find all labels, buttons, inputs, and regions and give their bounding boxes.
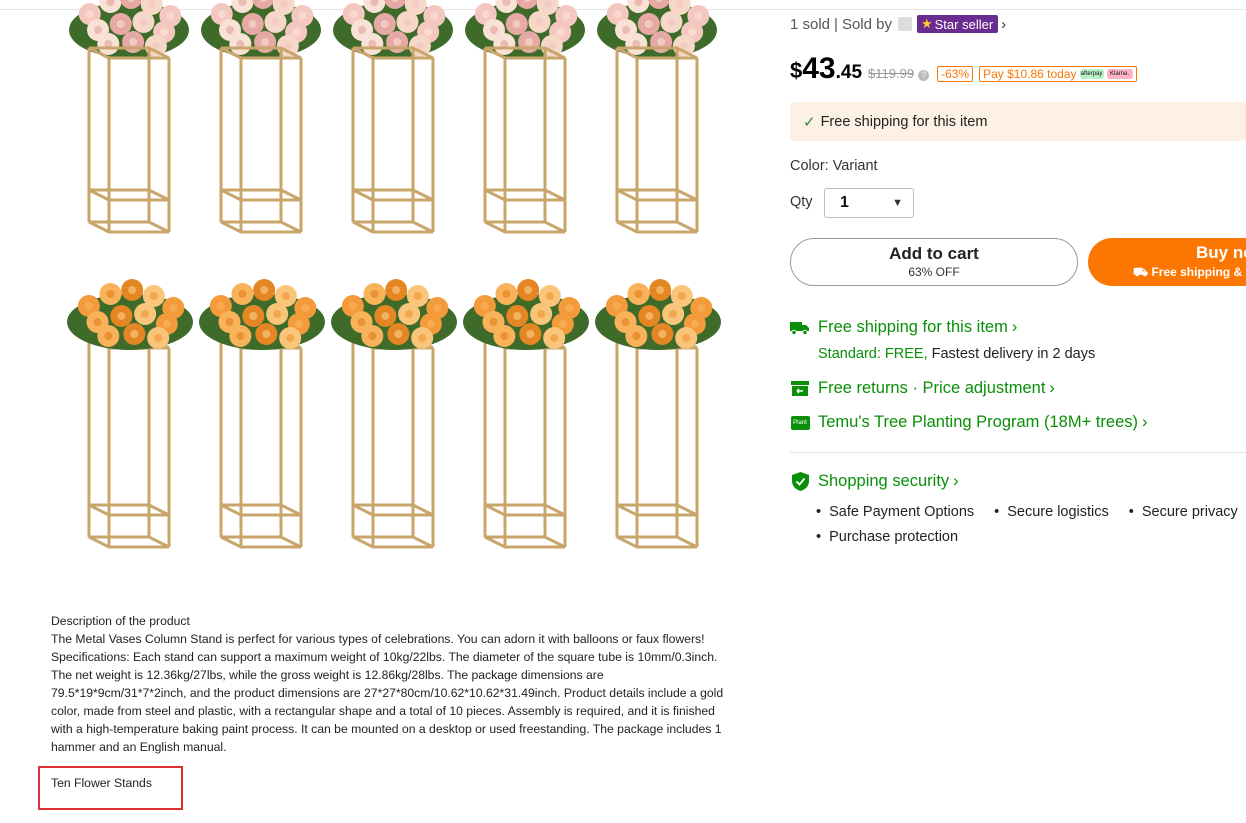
- product-description: Description of the product The Metal Vas…: [51, 612, 731, 756]
- security-item: Purchase protection: [816, 529, 958, 545]
- product-image[interactable]: [51, 0, 731, 592]
- check-icon: ✓: [803, 113, 816, 131]
- add-to-cart-discount: 63% OFF: [908, 265, 960, 279]
- description-heading: Description of the product: [51, 614, 190, 628]
- original-price: $119.99: [868, 66, 915, 81]
- flower-bouquet: [329, 262, 459, 352]
- buy-now-button[interactable]: Buy now ⛟ Free shipping & return: [1088, 238, 1246, 286]
- feature-tree-planting-label: Temu's Tree Planting Program (18M+ trees…: [818, 413, 1138, 431]
- sold-count: 1 sold: [790, 15, 831, 33]
- buy-now-sub: ⛟ Free shipping & return: [1133, 265, 1246, 281]
- klarna-logo: Klarna.: [1106, 69, 1133, 79]
- buy-now-sub-text: Free shipping & return: [1151, 265, 1246, 279]
- flower-bouquet: [593, 262, 723, 352]
- chevron-down-icon: ▼: [892, 197, 903, 209]
- pay-later-badge[interactable]: Pay $10.86 today afterpay Klarna.: [979, 66, 1137, 82]
- seller-avatar[interactable]: [897, 17, 912, 31]
- feature-shopping-security[interactable]: Shopping security ›: [790, 472, 959, 491]
- shipping-delivery: Fastest delivery in 2 days: [931, 346, 1096, 362]
- feature-free-returns[interactable]: Free returns · Price adjustment ›: [790, 379, 1055, 398]
- security-item: Secure logistics: [994, 504, 1109, 520]
- color-label: Color: Variant: [790, 158, 878, 174]
- feature-free-shipping[interactable]: Free shipping for this item ›: [790, 318, 1017, 337]
- discount-badge: -63%: [937, 66, 974, 82]
- flower-bouquet: [65, 262, 195, 352]
- free-shipping-banner: ✓ Free shipping for this item: [790, 102, 1246, 141]
- column-stand: [475, 40, 575, 240]
- add-to-cart-button[interactable]: Add to cart 63% OFF: [790, 238, 1078, 286]
- highlight-box: [38, 766, 183, 810]
- column-stand: [343, 330, 443, 555]
- price-whole: 43: [802, 52, 836, 85]
- price-currency: $: [790, 58, 803, 83]
- quantity-select[interactable]: 1 ▼: [824, 188, 914, 218]
- truck-icon: ⛟: [1133, 265, 1149, 279]
- feature-free-shipping-label: Free shipping for this item: [818, 318, 1008, 336]
- security-item: Safe Payment Options: [816, 504, 974, 520]
- description-paragraph-2: Specifications: Each stand can support a…: [51, 650, 724, 754]
- security-list: Safe Payment Options Secure logistics Se…: [816, 499, 1246, 549]
- afterpay-logo: afterpay: [1079, 69, 1104, 79]
- star-icon: ★: [920, 16, 933, 31]
- shipping-detail: Standard: FREE, Fastest delivery in 2 da…: [818, 346, 1095, 362]
- pay-later-text: Pay $10.86 today: [983, 67, 1077, 81]
- column-stand: [79, 40, 179, 240]
- column-stand: [607, 330, 707, 555]
- qty-label: Qty: [790, 194, 813, 210]
- divider: [790, 452, 1246, 453]
- chevron-right-icon: ›: [1011, 318, 1018, 336]
- chevron-right-icon: ›: [953, 472, 959, 490]
- plant-icon-text: Plant: [790, 415, 810, 430]
- security-item: Secure privacy: [1129, 504, 1238, 520]
- quantity-value: 1: [840, 194, 849, 211]
- star-seller-label: Star seller: [934, 16, 994, 32]
- buy-now-label: Buy now: [1196, 243, 1246, 262]
- flower-bouquet: [197, 262, 327, 352]
- sold-by-label: Sold by: [841, 15, 892, 33]
- chevron-right-icon: ›: [1142, 413, 1148, 431]
- column-stand: [475, 330, 575, 555]
- column-stand: [79, 330, 179, 555]
- returns-icon: [790, 381, 810, 397]
- feature-free-returns-label: Free returns · Price adjustment: [818, 379, 1046, 397]
- shipping-standard: Standard: FREE,: [818, 346, 928, 362]
- price-row: $ 43 .45 $119.99 ? -63% Pay $10.86 today…: [790, 52, 1137, 86]
- question-icon[interactable]: ?: [918, 70, 930, 81]
- shield-icon: [790, 472, 810, 491]
- free-shipping-banner-text: Free shipping for this item: [820, 113, 988, 130]
- feature-shopping-security-label: Shopping security: [818, 472, 950, 490]
- plant-icon: Plant: [790, 415, 810, 431]
- separator: |: [834, 15, 838, 33]
- column-stand: [607, 40, 707, 240]
- seller-row: 1 sold | Sold by ★ Star seller ›: [790, 15, 1006, 33]
- truck-icon: [790, 320, 810, 336]
- star-seller-badge[interactable]: ★ Star seller: [916, 15, 999, 33]
- chevron-right-icon: ›: [1049, 379, 1055, 397]
- feature-tree-planting[interactable]: Plant Temu's Tree Planting Program (18M+…: [790, 413, 1148, 432]
- column-stand: [211, 330, 311, 555]
- chevron-right-icon[interactable]: ›: [1001, 16, 1006, 33]
- price-cents: .45: [835, 62, 863, 83]
- description-paragraph-1: The Metal Vases Column Stand is perfect …: [51, 632, 705, 646]
- add-to-cart-label: Add to cart: [889, 244, 979, 263]
- column-stand: [343, 40, 443, 240]
- flower-bouquet: [461, 262, 591, 352]
- column-stand: [211, 40, 311, 240]
